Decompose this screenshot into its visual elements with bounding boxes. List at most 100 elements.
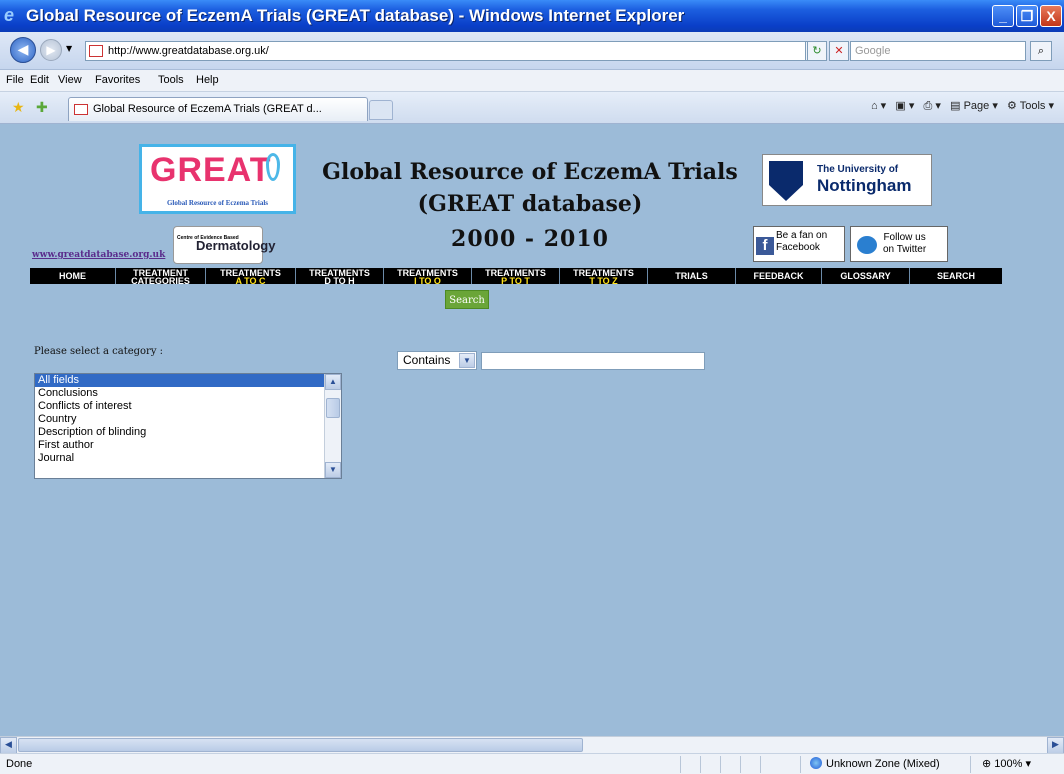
nav-glossary[interactable]: GLOSSARY: [822, 268, 910, 284]
nav-treatment-categories[interactable]: TREATMENT CATEGORIES: [116, 268, 206, 286]
nav-treatments-a-to-c[interactable]: TREATMENTS A TO C: [206, 268, 296, 286]
search-icon: ⌕: [1037, 44, 1045, 57]
forward-button[interactable]: ▶: [40, 39, 62, 61]
tools-menu[interactable]: ⚙ Tools ▾: [1007, 100, 1054, 112]
window-title: Global Resource of EczemA Trials (GREAT …: [26, 6, 685, 25]
horizontal-scrollbar[interactable]: ◀ ▶: [0, 736, 1064, 754]
search-input[interactable]: Google: [850, 41, 1026, 61]
menu-favorites[interactable]: Favorites: [95, 74, 140, 86]
status-divider: [720, 756, 721, 773]
status-divider: [970, 756, 971, 773]
status-divider: [800, 756, 801, 773]
favorites-star-icon[interactable]: ★: [12, 99, 25, 116]
page-menu[interactable]: ▤ Page ▾: [950, 100, 998, 112]
close-button[interactable]: X: [1040, 5, 1062, 27]
tab-bar: ★ ✚ Global Resource of EczemA Trials (GR…: [0, 92, 1064, 124]
zoom-control[interactable]: ⊕ 100% ▾: [982, 757, 1031, 770]
category-label: Please select a category :: [34, 346, 164, 357]
nav-treatments-p-to-t[interactable]: TREATMENTS P TO T: [472, 268, 560, 286]
nav-a-c-line2: A TO C: [235, 276, 266, 286]
address-toolbar: ◀ ▶ ▼ http://www.greatdatabase.org.uk/ ▾…: [0, 32, 1064, 70]
new-tab-button[interactable]: [369, 100, 393, 120]
facebook-button[interactable]: f Be a fan on Facebook: [753, 226, 845, 262]
nav-treatments-d-to-h[interactable]: TREATMENTS D TO H: [296, 268, 384, 286]
scroll-up-icon[interactable]: ▲: [325, 374, 341, 390]
site-favicon-icon: [89, 45, 103, 57]
hscroll-thumb[interactable]: [18, 738, 583, 752]
query-input[interactable]: [481, 352, 705, 370]
category-option[interactable]: First author: [35, 439, 341, 452]
category-option[interactable]: All fields: [35, 374, 341, 387]
page-title: Global Resource of EczemA Trials (GREAT …: [300, 156, 760, 220]
menu-view[interactable]: View: [58, 74, 82, 86]
security-zone[interactable]: Unknown Zone (Mixed): [810, 757, 940, 770]
menu-help[interactable]: Help: [196, 74, 219, 86]
status-bar: Done Unknown Zone (Mixed) ⊕ 100% ▾: [0, 753, 1064, 774]
menu-file[interactable]: File: [6, 74, 24, 86]
minimize-button[interactable]: _: [992, 5, 1014, 27]
cebd-logo[interactable]: Centre of Evidence Based Dermatology: [173, 226, 275, 264]
twitter-line1: Follow us: [883, 232, 926, 243]
category-option[interactable]: Conflicts of interest: [35, 400, 341, 413]
history-dropdown-icon[interactable]: ▼: [66, 44, 72, 53]
tab-favicon-icon: [74, 104, 88, 115]
nav-d-h-line2: D TO H: [324, 276, 355, 286]
print-icon[interactable]: ⎙ ▾: [924, 100, 941, 112]
nav-treatments-i-to-o[interactable]: TREATMENTS I TO O: [384, 268, 472, 286]
tab-active[interactable]: Global Resource of EczemA Trials (GREAT …: [68, 97, 368, 121]
tab-label: Global Resource of EczemA Trials (GREAT …: [93, 103, 322, 115]
scroll-left-icon[interactable]: ◀: [0, 737, 17, 754]
window-titlebar: e Global Resource of EczemA Trials (GREA…: [0, 0, 1064, 32]
nottingham-logo[interactable]: The University of Nottingham: [762, 154, 932, 206]
category-option[interactable]: Description of blinding: [35, 426, 341, 439]
category-option[interactable]: Conclusions: [35, 387, 341, 400]
menu-tools[interactable]: Tools: [158, 74, 184, 86]
nav-treatments-t-to-z[interactable]: TREATMENTS T TO Z: [560, 268, 648, 286]
globe-icon: [810, 757, 822, 769]
ie-logo-icon: e: [4, 5, 15, 25]
home-icon[interactable]: ⌂ ▾: [871, 100, 886, 112]
twitter-button[interactable]: Follow us on Twitter: [850, 226, 948, 262]
status-divider: [700, 756, 701, 773]
nav-home[interactable]: HOME: [30, 268, 116, 284]
university-crest-icon: [769, 161, 803, 201]
maximize-button[interactable]: ❐: [1016, 5, 1038, 27]
nav-trials[interactable]: TRIALS: [648, 268, 736, 284]
nav-feedback[interactable]: FEEDBACK: [736, 268, 822, 284]
facebook-line1: Be a fan on: [776, 230, 828, 241]
droplet-icon: [266, 153, 280, 181]
refresh-button[interactable]: ↻: [807, 41, 827, 61]
status-divider: [680, 756, 681, 773]
category-scrollbar[interactable]: ▲ ▼: [324, 374, 341, 478]
stop-button[interactable]: ✕: [829, 41, 849, 61]
scroll-down-icon[interactable]: ▼: [325, 462, 341, 478]
scroll-right-icon[interactable]: ▶: [1047, 737, 1064, 754]
nav-p-t-line2: P TO T: [501, 276, 530, 286]
address-input[interactable]: http://www.greatdatabase.org.uk/: [85, 41, 823, 61]
feeds-icon[interactable]: ▣ ▾: [895, 100, 914, 112]
scroll-thumb[interactable]: [326, 398, 340, 418]
page-content: GREAT Global Resource of Eczema Trials G…: [0, 124, 1064, 736]
match-mode-value: Contains: [403, 353, 451, 367]
search-button[interactable]: Search: [445, 290, 489, 309]
refresh-icon: ↻: [812, 44, 822, 57]
tools-menu-label: Tools: [1019, 100, 1046, 112]
nav-search[interactable]: SEARCH: [910, 268, 1002, 284]
great-logo[interactable]: GREAT Global Resource of Eczema Trials: [139, 144, 296, 214]
command-bar: ⌂ ▾ ▣ ▾ ⎙ ▾ ▤ Page ▾ ⚙ Tools ▾: [871, 99, 1054, 113]
zoom-label: 100%: [994, 758, 1023, 770]
twitter-line2: on Twitter: [883, 244, 927, 255]
menu-edit[interactable]: Edit: [30, 74, 49, 86]
category-option[interactable]: Journal: [35, 452, 341, 465]
site-link[interactable]: www.greatdatabase.org.uk: [32, 250, 165, 260]
page-menu-label: Page: [963, 100, 990, 112]
match-mode-select[interactable]: Contains ▼: [397, 351, 477, 370]
category-option[interactable]: Country: [35, 413, 341, 426]
search-go-button[interactable]: ⌕: [1030, 41, 1052, 61]
chevron-down-icon[interactable]: ▼: [459, 353, 475, 368]
add-favorites-icon[interactable]: ✚: [36, 99, 48, 116]
great-logo-text: GREAT: [150, 151, 272, 189]
category-listbox[interactable]: All fields Conclusions Conflicts of inte…: [34, 373, 342, 479]
status-divider: [740, 756, 741, 773]
back-button[interactable]: ◀: [10, 37, 36, 63]
